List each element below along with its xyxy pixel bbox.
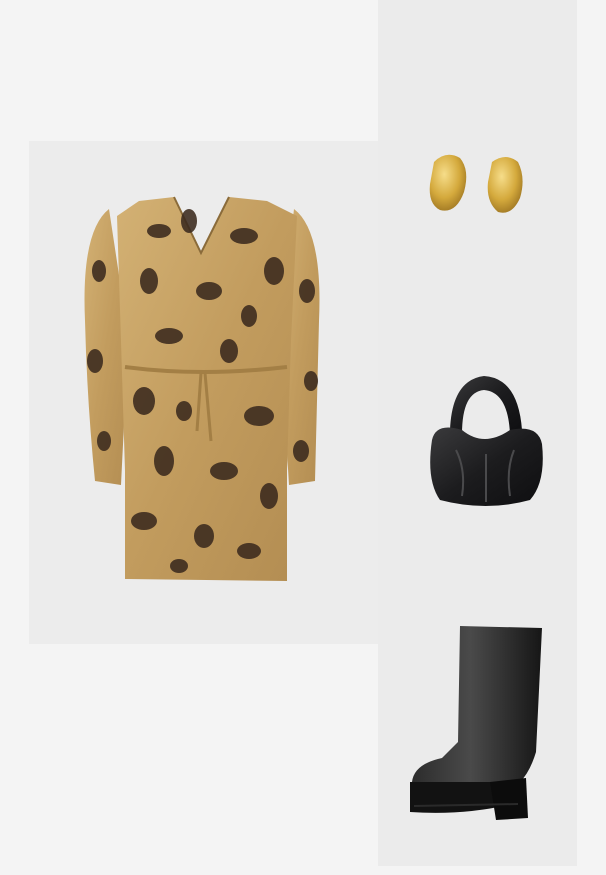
accessories-column bbox=[378, 0, 577, 866]
handbag-icon[interactable] bbox=[426, 370, 546, 510]
dress-panel bbox=[29, 141, 378, 644]
earrings-icon[interactable] bbox=[426, 150, 530, 220]
dress-icon[interactable] bbox=[29, 141, 378, 644]
boot-icon[interactable] bbox=[408, 622, 548, 822]
